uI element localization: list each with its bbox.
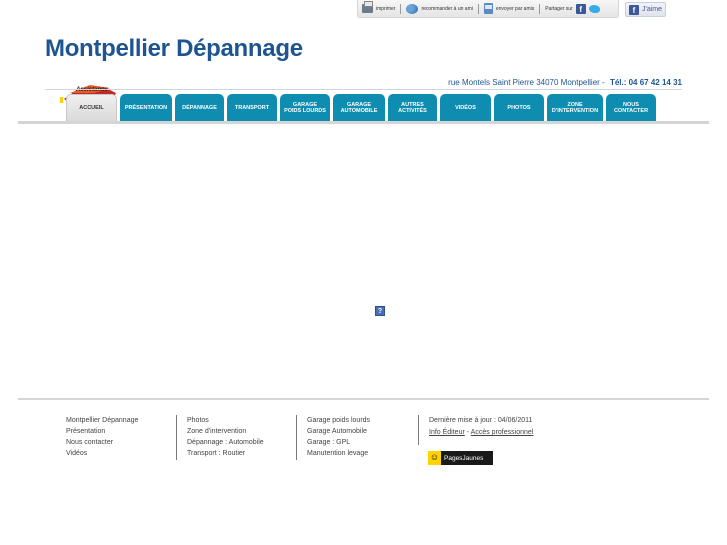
info-editeur-link[interactable]: Info Éditeur [429, 429, 465, 436]
footer-link[interactable]: Dépannage : Automobile [187, 437, 264, 448]
footer-link[interactable]: Transport : Routier [187, 448, 264, 459]
footer-column-4: Dernière mise à jour : 04/06/2011 Info É… [418, 415, 533, 445]
footer-link[interactable]: Garage Automobile [307, 426, 370, 437]
tab-label: PHOTOS [507, 104, 531, 111]
header-divider [45, 89, 682, 90]
tab-transport[interactable]: TRANSPORT [227, 94, 277, 121]
print-link[interactable]: imprimer [362, 1, 396, 13]
utility-bar: imprimer recommander à un ami envoyer pa… [357, 0, 619, 18]
footer-divider [18, 398, 709, 400]
send-friend-label: envoyer par amis [495, 5, 535, 12]
footer-column-2: Photos Zone d'intervention Dépannage : A… [176, 415, 264, 460]
tab-label: PRÉSENTATION [124, 104, 168, 111]
tab-label: GARAGE POIDS LOURDS [284, 101, 326, 114]
recommend-label: recommander à un ami [421, 5, 473, 12]
logo-text: Assistance [75, 87, 108, 93]
send-friend-link[interactable]: envoyer par amis [483, 3, 535, 14]
footer-link[interactable]: Zone d'intervention [187, 426, 264, 437]
footer-link[interactable]: Montpellier Dépannage [66, 415, 138, 426]
footer-column-1: Montpellier Dépannage Présentation Nous … [66, 415, 138, 459]
tab-label: GARAGE AUTOMOBILE [340, 101, 378, 114]
last-updated: Dernière mise à jour : 04/06/2011 [429, 417, 533, 424]
missing-plugin-icon[interactable]: ? [375, 306, 385, 316]
footer-link[interactable]: Nous contacter [66, 437, 138, 448]
site-title[interactable]: Montpellier Dépannage [45, 35, 303, 63]
footer-link[interactable]: Présentation [66, 426, 138, 437]
facebook-icon: f [629, 4, 639, 15]
tab-depannage[interactable]: DÉPANNAGE [175, 94, 224, 121]
separator [400, 3, 402, 14]
footer-column-3: Garage poids lourds Garage Automobile Ga… [296, 415, 370, 460]
tab-photos[interactable]: PHOTOS [494, 94, 544, 121]
acces-pro-link[interactable]: Accès professionnel [471, 429, 534, 436]
separator [539, 3, 541, 14]
share-group: Partager sur f [545, 3, 600, 14]
footer-link[interactable]: Vidéos [66, 448, 138, 459]
like-label: J'aime [642, 6, 663, 13]
tab-label: ZONE D'INTERVENTION [551, 101, 599, 114]
footer-link[interactable]: Photos [187, 415, 264, 426]
tab-label: NOUS CONTACTER [613, 101, 649, 114]
tab-presentation[interactable]: PRÉSENTATION [120, 94, 172, 121]
printer-icon [362, 1, 373, 13]
tab-accueil[interactable]: ACCUEIL [66, 94, 117, 121]
tab-label: TRANSPORT [234, 104, 270, 111]
address-text: rue Montels Saint Pierre 34070 Montpelli… [448, 78, 605, 87]
pages-jaunes-label: PagesJaunes [444, 454, 484, 462]
footer-link[interactable]: Manutention levage [307, 448, 370, 459]
recommend-link[interactable]: recommander à un ami [406, 3, 473, 14]
nav-divider [18, 121, 709, 124]
footer-link[interactable]: Garage poids lourds [307, 415, 370, 426]
share-label: Partager sur [545, 5, 573, 12]
tab-label: DÉPANNAGE [182, 104, 217, 111]
tab-label: AUTRES ACTIVITÉS [398, 101, 427, 114]
main-nav: ACCUEIL PRÉSENTATION DÉPANNAGE TRANSPORT… [66, 94, 656, 121]
facebook-like-button[interactable]: f J'aime [625, 2, 666, 17]
link-separator: - [466, 429, 470, 436]
tab-garage-poids-lourds[interactable]: GARAGE POIDS LOURDS [280, 94, 330, 121]
tab-zone-intervention[interactable]: ZONE D'INTERVENTION [547, 94, 603, 121]
friends-icon [406, 3, 419, 14]
tab-videos[interactable]: VIDÉOS [440, 94, 491, 121]
editor-links: Info Éditeur - Accès professionnel [429, 427, 533, 438]
tab-autres-activites[interactable]: AUTRES ACTIVITÉS [388, 94, 437, 121]
phone-number: Tél.: 04 67 42 14 31 [609, 78, 682, 87]
mail-icon [483, 3, 493, 14]
pages-jaunes-icon: ☺ [428, 451, 441, 465]
tab-label: ACCUEIL [79, 105, 104, 111]
separator [477, 3, 479, 14]
tab-nous-contacter[interactable]: NOUS CONTACTER [606, 94, 656, 121]
tab-label: VIDÉOS [455, 104, 476, 111]
print-label: imprimer [376, 5, 396, 12]
pages-jaunes-badge[interactable]: ☺ PagesJaunes [428, 451, 493, 465]
facebook-icon[interactable]: f [575, 3, 586, 14]
tab-garage-automobile[interactable]: GARAGE AUTOMOBILE [333, 94, 385, 121]
contact-info: rue Montels Saint Pierre 34070 Montpelli… [448, 78, 682, 87]
footer-link[interactable]: Garage : GPL [307, 437, 370, 448]
twitter-icon[interactable] [588, 4, 600, 13]
